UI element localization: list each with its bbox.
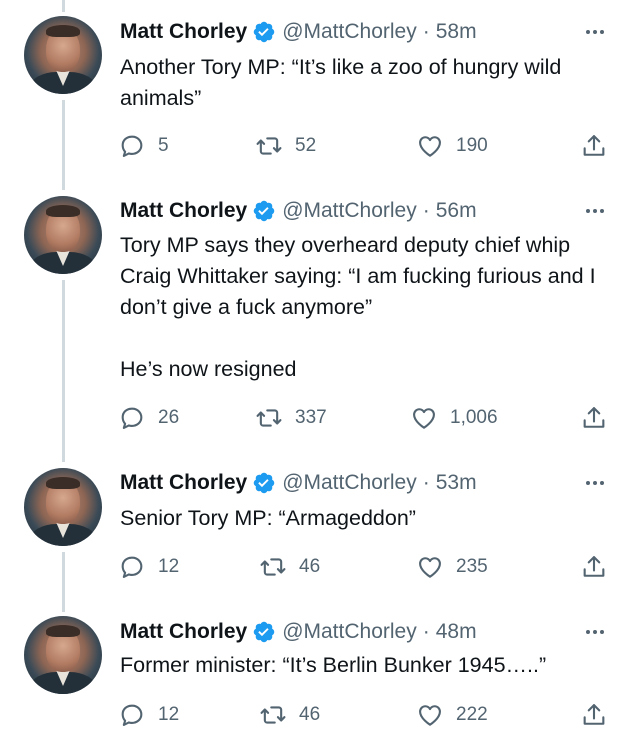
share-button[interactable]: [580, 401, 608, 435]
like-count: 235: [456, 556, 488, 577]
tweet-actions: 12 46 222: [118, 698, 618, 732]
tweet[interactable]: Matt Chorley @MattChorley · 58m Another …: [0, 0, 635, 190]
retweet-count: 46: [299, 556, 321, 577]
author-name[interactable]: Matt Chorley: [120, 620, 247, 644]
heart-icon: [413, 408, 435, 429]
heart-icon: [419, 557, 441, 578]
retweet-arrows-icon: [256, 409, 282, 427]
author-name[interactable]: Matt Chorley: [120, 20, 247, 44]
reply-count: 26: [158, 407, 180, 428]
tweet[interactable]: Matt Chorley @MattChorley · 53m Senior T…: [0, 462, 635, 612]
more-dots-icon[interactable]: [580, 196, 610, 226]
retweet-arrows-icon: [260, 706, 286, 724]
retweet-arrows-icon: [256, 137, 282, 155]
verified-badge-icon: [252, 199, 276, 223]
tweet[interactable]: Matt Chorley @MattChorley · 56m Tory MP …: [0, 190, 635, 462]
reply-bubble-icon: [121, 135, 143, 157]
tweet-text: Former minister: “It’s Berlin Bunker 194…: [120, 653, 547, 677]
retweet-button[interactable]: 46: [259, 698, 320, 732]
heart-icon: [419, 705, 441, 726]
verified-badge-icon: [252, 620, 276, 644]
verified-badge-icon: [252, 471, 276, 495]
retweet-count: 337: [295, 407, 327, 428]
reply-count: 12: [158, 556, 180, 577]
like-button[interactable]: 1,006: [410, 401, 498, 435]
dot-separator: ·: [422, 620, 430, 643]
tweet-thread: Matt Chorley @MattChorley · 58m Another …: [0, 0, 635, 750]
author-handle[interactable]: @MattChorley: [282, 199, 417, 223]
reply-bubble-icon: [121, 704, 143, 726]
dot-separator: ·: [422, 20, 430, 43]
dot-separator: ·: [422, 199, 430, 222]
share-button[interactable]: [580, 129, 608, 163]
author-handle[interactable]: @MattChorley: [282, 20, 417, 44]
retweet-button[interactable]: 52: [255, 129, 316, 163]
tweet-text: Tory MP says they overheard deputy chief…: [120, 233, 596, 381]
author-handle[interactable]: @MattChorley: [282, 620, 417, 644]
author-handle[interactable]: @MattChorley: [282, 471, 417, 495]
share-upload-icon: [583, 135, 605, 156]
timestamp[interactable]: 56m: [436, 199, 477, 223]
reply-button[interactable]: 26: [118, 401, 179, 435]
timestamp[interactable]: 58m: [436, 20, 477, 44]
tweet[interactable]: Matt Chorley @MattChorley · 48m Former m…: [0, 612, 635, 750]
more-dots-icon[interactable]: [580, 468, 610, 498]
share-upload-icon: [583, 407, 605, 428]
retweet-count: 52: [295, 135, 317, 156]
reply-bubble-icon: [121, 556, 143, 578]
timestamp[interactable]: 53m: [436, 471, 477, 495]
tweet-actions: 26 337 1,006: [118, 401, 618, 435]
like-count: 222: [456, 704, 488, 725]
reply-button[interactable]: 5: [118, 129, 169, 163]
tweet-actions: 5 52 190: [118, 129, 618, 163]
retweet-arrows-icon: [260, 558, 286, 576]
share-upload-icon: [583, 556, 605, 577]
tweet-header: Matt Chorley @MattChorley · 56m: [120, 196, 477, 226]
reply-bubble-icon: [121, 407, 143, 429]
share-button[interactable]: [580, 698, 608, 732]
avatar[interactable]: [24, 616, 102, 694]
reply-count: 5: [158, 135, 169, 156]
tweet-text: Senior Tory MP: “Armageddon”: [120, 506, 416, 530]
like-button[interactable]: 235: [416, 550, 488, 584]
retweet-button[interactable]: 46: [259, 550, 320, 584]
tweet-text: Another Tory MP: “It’s like a zoo of hun…: [120, 55, 568, 110]
more-dots-icon[interactable]: [580, 617, 610, 647]
reply-count: 12: [158, 704, 180, 725]
like-count: 1,006: [450, 407, 498, 428]
heart-icon: [419, 136, 441, 157]
share-button[interactable]: [580, 550, 608, 584]
tweet-actions: 12 46 235: [118, 550, 618, 584]
tweet-header: Matt Chorley @MattChorley · 48m: [120, 617, 477, 647]
tweet-header: Matt Chorley @MattChorley · 53m: [120, 468, 477, 498]
timestamp[interactable]: 48m: [436, 620, 477, 644]
dot-separator: ·: [422, 471, 430, 494]
share-upload-icon: [583, 704, 605, 725]
avatar[interactable]: [24, 16, 102, 94]
like-count: 190: [456, 135, 488, 156]
like-button[interactable]: 222: [416, 698, 488, 732]
more-dots-icon[interactable]: [580, 17, 610, 47]
retweet-button[interactable]: 337: [255, 401, 327, 435]
reply-button[interactable]: 12: [118, 550, 179, 584]
retweet-count: 46: [299, 704, 321, 725]
tweet-header: Matt Chorley @MattChorley · 58m: [120, 17, 477, 47]
author-name[interactable]: Matt Chorley: [120, 199, 247, 223]
avatar[interactable]: [24, 196, 102, 274]
author-name[interactable]: Matt Chorley: [120, 471, 247, 495]
like-button[interactable]: 190: [416, 129, 488, 163]
avatar[interactable]: [24, 468, 102, 546]
verified-badge-icon: [252, 20, 276, 44]
reply-button[interactable]: 12: [118, 698, 179, 732]
